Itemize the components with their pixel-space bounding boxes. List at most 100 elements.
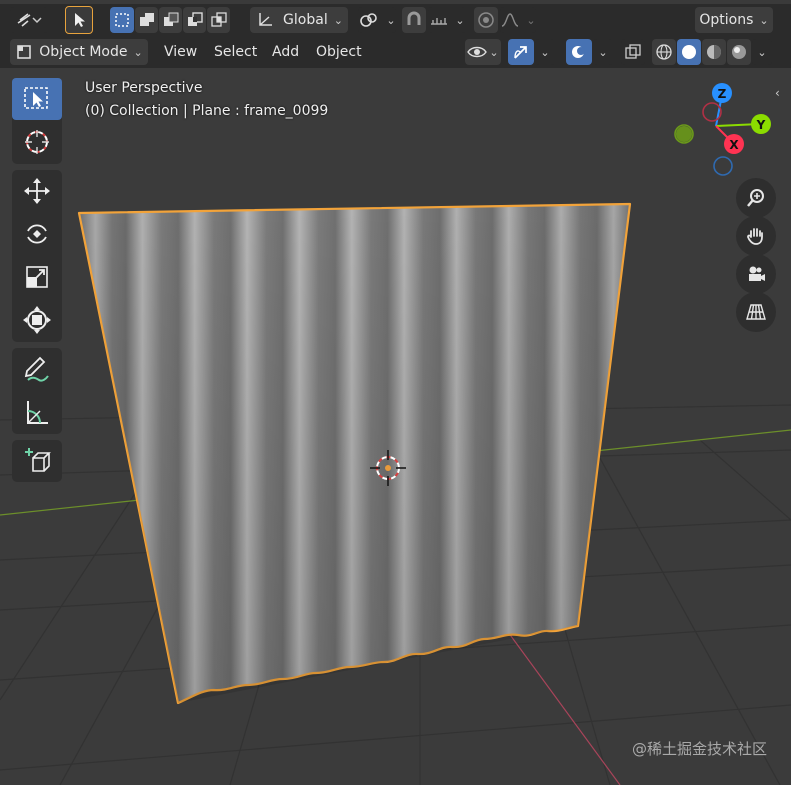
select-extend-icon — [139, 13, 154, 26]
add-cube-icon — [25, 448, 51, 472]
camera-icon — [749, 266, 765, 281]
menu-add[interactable]: Add — [264, 39, 307, 65]
pivot-point-dropdown[interactable]: ⌄ — [358, 7, 396, 33]
tool-header: Global ⌄ ⌄ ⌄ ⌄ Options ⌄ — [0, 4, 791, 36]
tool-rotate[interactable] — [12, 213, 62, 255]
snap-increment-icon — [431, 18, 448, 25]
tool-measure[interactable] — [12, 391, 62, 433]
select-tool-button[interactable] — [65, 6, 93, 34]
tool-add-cube[interactable] — [12, 440, 62, 482]
view-name-label: User Perspective — [85, 80, 203, 96]
select-box-icon — [24, 87, 48, 109]
object-mode-label: Object Mode — [39, 44, 128, 60]
tool-scale[interactable] — [12, 256, 62, 298]
xray-toggle-button[interactable] — [621, 39, 645, 65]
chevron-down-icon: ⌄ — [489, 45, 499, 59]
blender-window: Global ⌄ ⌄ ⌄ ⌄ Options ⌄ Object Mode ⌄ V… — [0, 0, 791, 785]
3d-viewport[interactable]: Z Y X ‹ User Perspective (0) Collection … — [0, 68, 791, 785]
chevron-down-icon: ⌄ — [455, 13, 465, 27]
rotate-icon — [27, 224, 47, 244]
select-intersect-icon — [210, 12, 227, 27]
tool-transform[interactable] — [12, 299, 62, 341]
object-mode-dropdown[interactable]: Object Mode ⌄ — [10, 39, 148, 65]
snap-toggle-button[interactable] — [402, 7, 426, 33]
pan-button[interactable] — [736, 216, 776, 256]
tool-select-box[interactable] — [12, 78, 62, 120]
select-new-icon — [115, 13, 129, 27]
shading-wireframe-button[interactable] — [652, 39, 676, 65]
editor-type-button[interactable] — [10, 7, 48, 33]
annotate-icon — [24, 356, 49, 382]
shading-rendered-button[interactable] — [727, 39, 751, 65]
overlays-dropdown[interactable]: ⌄ — [593, 39, 613, 65]
overlays-toggle-button[interactable] — [566, 39, 592, 65]
measure-icon — [27, 401, 48, 424]
rendered-sphere-icon — [732, 45, 746, 59]
gizmo-arrow-icon — [514, 46, 527, 59]
select-mode-extend-button[interactable] — [135, 7, 158, 33]
tool-move[interactable] — [12, 170, 62, 212]
menu-view[interactable]: View — [156, 39, 205, 65]
menu-select[interactable]: Select — [206, 39, 265, 65]
falloff-dropdown[interactable]: ⌄ — [500, 7, 536, 33]
navigation-gizmo[interactable]: Z Y X — [666, 80, 780, 190]
overlays-icon — [572, 46, 585, 58]
chevron-down-icon: ⌄ — [133, 45, 143, 59]
y-axis-label: Y — [756, 118, 766, 132]
select-mode-invert-button[interactable] — [183, 7, 206, 33]
solid-sphere-icon — [682, 45, 696, 59]
toolbar-group-transform — [12, 170, 62, 342]
grid-icon — [746, 304, 766, 320]
object-mode-icon — [17, 45, 32, 59]
visibility-dropdown[interactable]: ⌄ — [465, 39, 501, 65]
chevron-down-icon: ⌄ — [757, 45, 767, 59]
toolbar-group-add — [12, 440, 62, 482]
gizmo-dropdown[interactable]: ⌄ — [535, 39, 555, 65]
shading-material-button[interactable] — [702, 39, 726, 65]
chevron-down-icon: ⌄ — [598, 45, 608, 59]
watermark-text: @稀土掘金技术社区 — [631, 740, 767, 758]
sidebar-toggle-icon[interactable]: ‹ — [775, 86, 780, 100]
hand-icon — [747, 228, 763, 245]
tool-annotate[interactable] — [12, 348, 62, 390]
options-dropdown[interactable]: Options ⌄ — [695, 7, 773, 33]
tool-cursor[interactable] — [12, 121, 62, 163]
chevron-down-icon: ⌄ — [333, 13, 343, 27]
select-subtract-icon — [163, 12, 178, 26]
shading-dropdown[interactable]: ⌄ — [752, 39, 772, 65]
menu-object[interactable]: Object — [308, 39, 370, 65]
toolbar-group-select — [12, 78, 62, 164]
perspective-toggle-button[interactable] — [736, 292, 776, 332]
select-mode-new-button[interactable] — [110, 7, 134, 33]
pointer-icon — [75, 13, 85, 27]
zoom-icon — [747, 189, 764, 207]
transform-icon — [23, 306, 51, 334]
chevron-down-icon: ⌄ — [759, 13, 769, 27]
chevron-down-icon: ⌄ — [540, 45, 550, 59]
eye-icon — [467, 46, 488, 58]
proportional-circle-icon — [478, 12, 494, 28]
material-sphere-icon — [707, 45, 721, 59]
scale-icon — [26, 266, 48, 288]
select-mode-subtract-button[interactable] — [159, 7, 182, 33]
gizmo-toggle-button[interactable] — [508, 39, 534, 65]
collection-status-label: (0) Collection | Plane : frame_0099 — [85, 103, 329, 119]
xray-icon — [625, 44, 641, 59]
cursor-icon — [25, 130, 49, 154]
shading-solid-button[interactable] — [677, 39, 701, 65]
select-mode-intersect-button[interactable] — [207, 7, 230, 33]
zoom-button[interactable] — [736, 178, 776, 218]
camera-view-button[interactable] — [736, 254, 776, 294]
transform-orientation-dropdown[interactable]: Global ⌄ — [250, 7, 348, 33]
toolbar-group-annotate — [12, 348, 62, 434]
snap-target-dropdown[interactable]: ⌄ — [428, 7, 466, 33]
transform-orientation-label: Global — [283, 12, 328, 28]
chevron-down-icon: ⌄ — [526, 13, 536, 27]
editor-type-icon — [17, 13, 42, 27]
proportional-editing-toggle[interactable] — [474, 7, 498, 33]
falloff-curve-icon — [502, 13, 519, 27]
select-invert-icon — [187, 12, 203, 26]
neg-z-handle[interactable] — [713, 156, 733, 176]
chevron-down-icon: ⌄ — [386, 13, 396, 27]
x-axis-label: X — [729, 138, 739, 152]
